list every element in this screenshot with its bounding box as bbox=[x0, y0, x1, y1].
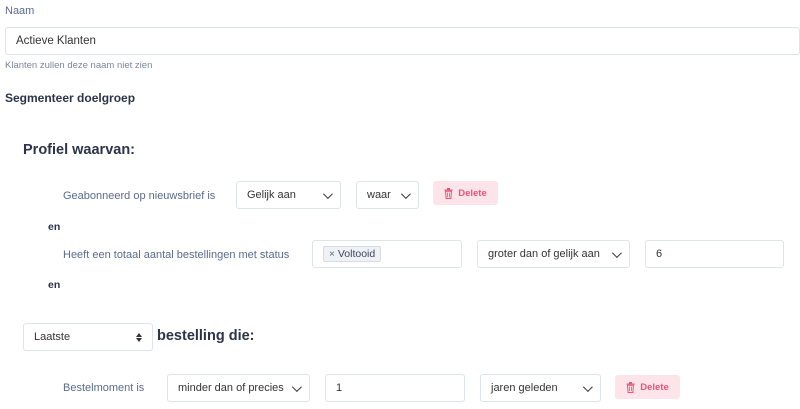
condition-orders-status-multiselect[interactable]: × Voltooid bbox=[312, 240, 462, 268]
value-text: 1 bbox=[336, 382, 343, 394]
order-moment-value-input[interactable]: 1 bbox=[325, 374, 465, 402]
segment-title: Segmenteer doelgroep bbox=[5, 91, 136, 105]
chevron-down-icon bbox=[291, 381, 302, 392]
order-moment-label: Bestelmoment is bbox=[63, 382, 145, 394]
name-hint: Klanten zullen deze naam niet zien bbox=[5, 60, 153, 71]
status-tag-label: Voltooid bbox=[337, 248, 376, 260]
value-text: waar bbox=[367, 189, 391, 201]
trash-icon bbox=[444, 187, 453, 199]
order-heading: bestelling die: bbox=[157, 328, 255, 344]
condition-newsletter-label: Geabonneerd op nieuwsbrief is bbox=[63, 190, 216, 202]
unit-value: jaren geleden bbox=[491, 382, 558, 394]
condition-newsletter-value-select[interactable]: waar bbox=[356, 181, 419, 209]
operator-value: Gelijk aan bbox=[247, 189, 296, 201]
delete-order-condition-button[interactable]: Delete bbox=[615, 375, 680, 399]
value-text: 6 bbox=[656, 248, 663, 260]
chevron-down-icon bbox=[611, 247, 622, 258]
delete-condition-newsletter-button[interactable]: Delete bbox=[433, 181, 498, 205]
joiner-and: en bbox=[48, 221, 61, 233]
condition-orders-value-input[interactable]: 6 bbox=[645, 240, 784, 268]
profile-heading: Profiel waarvan: bbox=[23, 142, 136, 158]
name-input[interactable]: Actieve Klanten bbox=[5, 27, 800, 55]
order-position-value: Laatste bbox=[34, 331, 71, 343]
status-tag: × Voltooid bbox=[323, 246, 382, 262]
order-moment-unit-select[interactable]: jaren geleden bbox=[480, 374, 601, 402]
chevron-down-icon bbox=[322, 188, 333, 199]
name-label: Naam bbox=[5, 5, 35, 17]
joiner-and: en bbox=[48, 279, 61, 291]
remove-tag-icon[interactable]: × bbox=[329, 249, 335, 260]
operator-value: minder dan of precies bbox=[178, 382, 284, 394]
name-input-value: Actieve Klanten bbox=[16, 35, 96, 47]
operator-value: groter dan of gelijk aan bbox=[488, 248, 600, 260]
condition-orders-label: Heeft een totaal aantal bestellingen met… bbox=[63, 249, 290, 261]
chevron-down-icon bbox=[582, 381, 593, 392]
order-moment-operator-select[interactable]: minder dan of precies bbox=[167, 374, 310, 402]
condition-newsletter-operator-select[interactable]: Gelijk aan bbox=[236, 181, 341, 209]
chevron-down-icon bbox=[400, 188, 411, 199]
updown-arrows-icon bbox=[136, 332, 142, 342]
trash-icon bbox=[626, 381, 635, 393]
order-position-select[interactable]: Laatste bbox=[23, 323, 153, 351]
delete-label: Delete bbox=[458, 187, 487, 199]
condition-orders-operator-select[interactable]: groter dan of gelijk aan bbox=[477, 240, 630, 268]
delete-label: Delete bbox=[640, 381, 669, 393]
